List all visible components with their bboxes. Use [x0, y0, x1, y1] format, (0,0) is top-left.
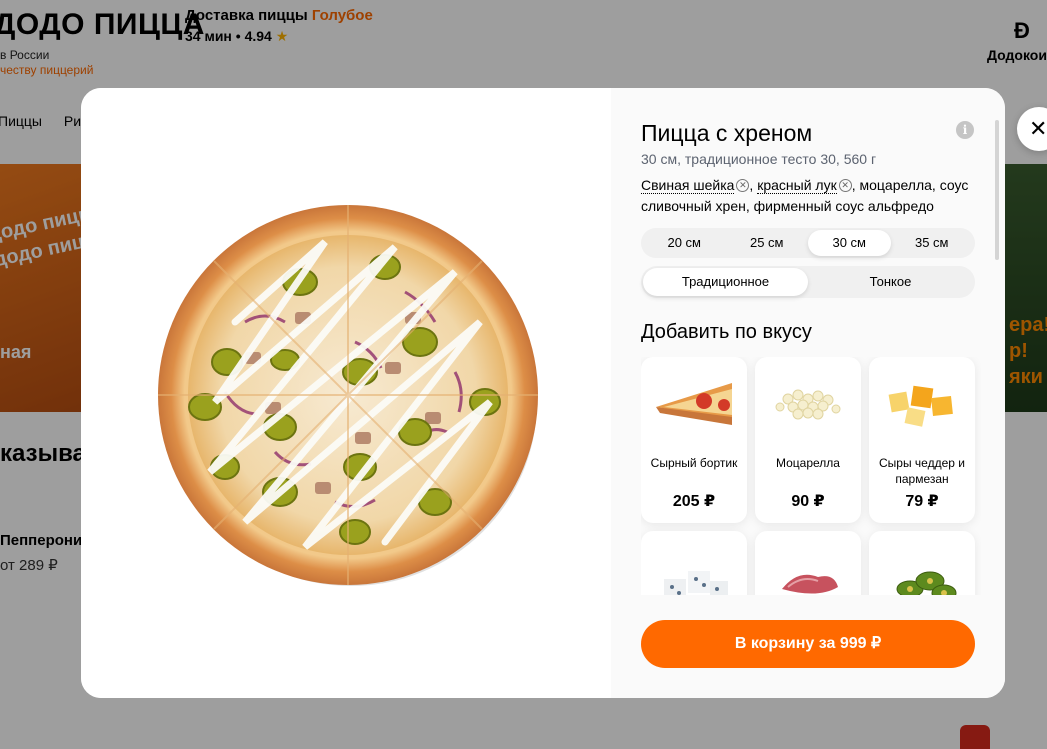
product-details-pane: Пицца с хреном i 30 см, традиционное тес…: [611, 88, 1005, 698]
size-option-selected[interactable]: 30 см: [808, 230, 891, 256]
addon-name: Моцарелла: [776, 456, 840, 470]
addon-card[interactable]: [641, 531, 747, 595]
size-option[interactable]: 35 см: [891, 230, 974, 256]
size-option[interactable]: 20 см: [643, 230, 726, 256]
addon-price: 205 ₽: [672, 493, 716, 510]
addons-grid: Сырный бортик 205 ₽ Моцарелла 90 ₽ Сыры …: [641, 357, 981, 595]
product-title: Пицца с хреном: [641, 120, 813, 146]
jalapeno-icon: [896, 571, 957, 595]
cheese-crust-icon: [656, 383, 732, 425]
addon-card[interactable]: [755, 531, 861, 595]
dough-option-selected[interactable]: Традиционное: [643, 268, 808, 296]
addon-price: 79 ₽: [905, 493, 939, 510]
dough-option[interactable]: Тонкое: [808, 268, 973, 296]
blue-cheese-icon: [664, 571, 728, 595]
addon-price: 90 ₽: [791, 493, 825, 510]
addon-card[interactable]: [869, 531, 975, 595]
ingredient-removable[interactable]: Свиная шейка: [641, 177, 735, 194]
pizza-image: [158, 205, 538, 586]
ham-icon: [782, 574, 838, 594]
mozzarella-icon: [775, 389, 841, 420]
product-subtitle: 30 см, традиционное тесто 30, 560 г: [641, 151, 877, 167]
addons-heading: Добавить по вкусу: [641, 321, 812, 343]
ingredient-removable[interactable]: красный лук: [757, 177, 837, 194]
scrollbar[interactable]: [995, 120, 999, 260]
addon-card[interactable]: Сыры чеддер и пармезан 79 ₽: [869, 357, 975, 523]
product-modal: Пицца с хреном i 30 см, традиционное тес…: [81, 88, 1005, 698]
size-selector: 20 см 25 см 30 см 35 см: [641, 228, 975, 258]
cheddar-parmesan-icon: [888, 385, 953, 427]
product-image-pane: [81, 88, 611, 698]
addon-card[interactable]: Сырный бортик 205 ₽: [641, 357, 747, 523]
size-option[interactable]: 25 см: [726, 230, 809, 256]
remove-ingredient-icon[interactable]: ✕: [736, 179, 750, 192]
add-to-cart-button[interactable]: В корзину за 999 ₽: [641, 620, 975, 668]
ingredients-list: Свиная шейка ✕, красный лук ✕, моцарелла, …: [641, 175, 976, 217]
addon-name: Сырный бортик: [650, 456, 738, 470]
remove-ingredient-icon[interactable]: ✕: [838, 179, 852, 192]
close-icon: ✕: [1029, 116, 1047, 141]
dough-selector: Традиционное Тонкое: [641, 266, 975, 298]
addon-card[interactable]: Моцарелла 90 ₽: [755, 357, 861, 523]
addon-name: Сыры чеддер и пармезан: [879, 456, 965, 486]
info-icon[interactable]: i: [956, 121, 974, 139]
